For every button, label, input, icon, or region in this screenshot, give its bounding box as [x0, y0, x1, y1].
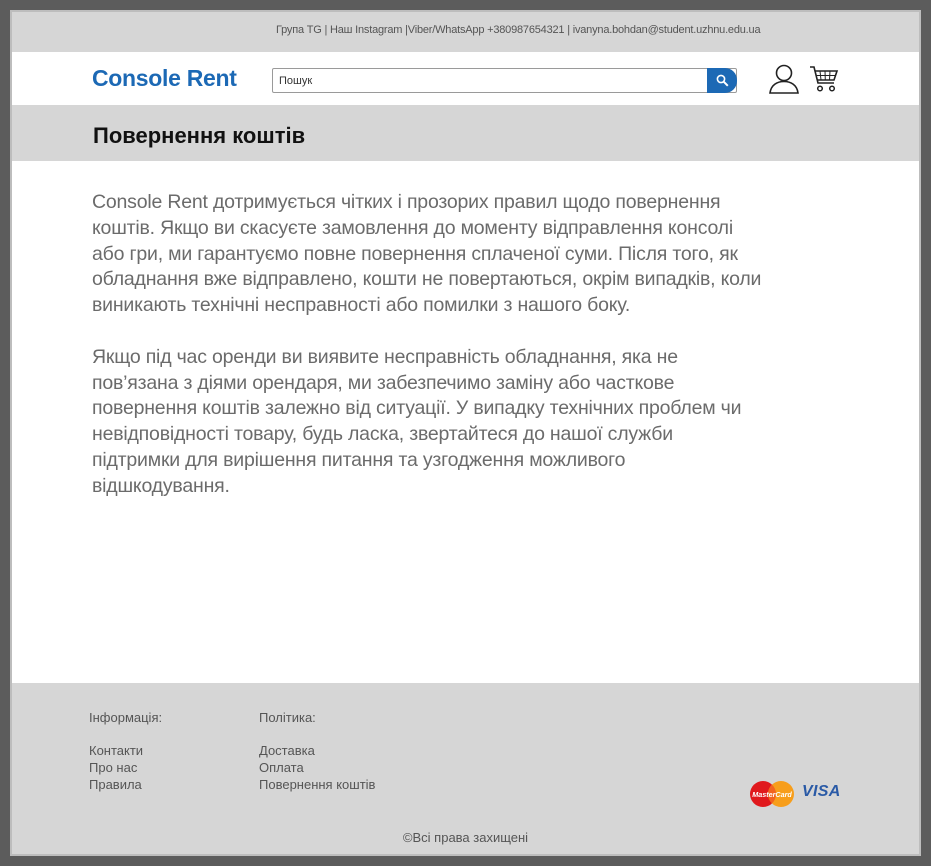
- footer-link-contacts[interactable]: Контакти: [89, 742, 162, 759]
- mastercard-logo: MasterCard: [750, 781, 794, 807]
- footer-link-rules[interactable]: Правила: [89, 776, 162, 793]
- content-paragraph: Якщо під час оренди ви виявите несправні…: [92, 345, 742, 497]
- footer-link-payment[interactable]: Оплата: [259, 759, 375, 776]
- mastercard-wordmark: MasterCard: [752, 790, 792, 799]
- footer-link-refunds[interactable]: Повернення коштів: [259, 776, 375, 793]
- cart-icon[interactable]: [809, 65, 839, 93]
- content-paragraph: Console Rent дотримується чітких і прозо…: [92, 191, 762, 317]
- copyright: ©Всі права захищені: [402, 830, 529, 845]
- footer-info-heading: Інформація:: [89, 710, 163, 725]
- footer-policy-heading: Політика:: [259, 710, 316, 725]
- title-band: Повернення коштів: [12, 105, 919, 161]
- contact-links[interactable]: Група TG | Наш Instagram |Viber/WhatsApp…: [276, 24, 761, 36]
- footer: Інформація: Контакти Про нас Правила Пол…: [12, 683, 919, 854]
- user-icon[interactable]: [768, 64, 800, 94]
- search-input[interactable]: [273, 69, 707, 92]
- page-content: Console Rent дотримується чітких і прозо…: [92, 190, 762, 525]
- top-contact-bar: Група TG | Наш Instagram |Viber/WhatsApp…: [12, 12, 919, 52]
- visa-logo: VISA: [802, 783, 841, 800]
- footer-info-column: Інформація: Контакти Про нас Правила: [89, 710, 162, 793]
- footer-policy-column: Політика: Доставка Оплата Повернення кош…: [259, 710, 375, 793]
- search-icon: [716, 74, 729, 87]
- footer-link-delivery[interactable]: Доставка: [259, 742, 375, 759]
- search-box: [272, 68, 737, 93]
- page-title: Повернення коштів: [93, 123, 306, 148]
- search-button[interactable]: [707, 68, 737, 93]
- footer-link-about[interactable]: Про нас: [89, 759, 162, 776]
- site-logo[interactable]: Console Rent: [92, 65, 237, 92]
- header: Console Rent: [12, 52, 919, 105]
- page-frame: Група TG | Наш Instagram |Viber/WhatsApp…: [10, 10, 921, 856]
